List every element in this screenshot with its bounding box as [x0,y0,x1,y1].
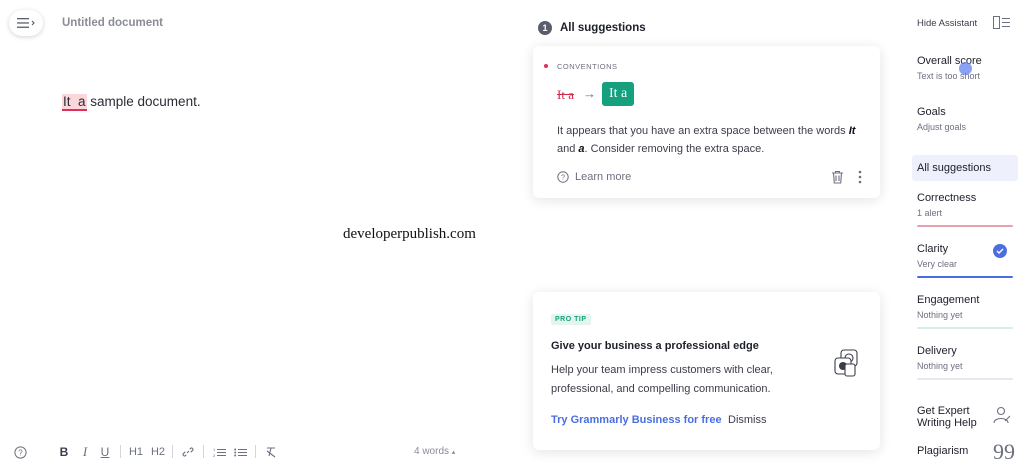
caret-up-icon: ▴ [451,449,456,456]
suggestion-count-badge: 1 [538,21,552,35]
suggestion-card[interactable]: CONVENTIONS It a → It a It appears that … [533,46,880,198]
expert-person-icon [992,405,1012,430]
menu-button[interactable] [9,10,43,36]
watermark-text: developerpublish.com [343,226,476,242]
svg-text:?: ? [18,448,23,457]
sidebar-item-correctness[interactable]: Correctness 1 alert [912,192,1018,227]
heading2-button[interactable]: H2 [150,444,166,460]
engagement-bar [917,327,1013,329]
bold-button[interactable]: B [57,444,71,460]
learn-more-link[interactable]: ? Learn more [557,171,631,183]
help-circle-icon: ? [13,445,27,459]
toolbar-divider [255,445,256,458]
toolbar-divider [172,445,173,458]
bullet-list-icon [233,448,247,456]
delivery-bar [917,378,1013,380]
suggestions-title: All suggestions [560,22,646,34]
panel-toggle-icon[interactable] [993,16,1010,34]
category-dot-icon [544,64,548,68]
link-icon [182,447,194,457]
arrow-right-icon: → [583,86,596,101]
suggestion-explanation: It appears that you have an extra space … [557,125,856,155]
business-cards-icon [831,348,861,385]
suggestion-category: CONVENTIONS [557,62,618,71]
try-business-link[interactable]: Try Grammarly Business for free [551,414,722,426]
more-options-icon[interactable] [858,170,862,186]
dismiss-button[interactable]: Dismiss [728,414,767,426]
svg-text:1: 1 [213,447,216,452]
italic-button[interactable]: I [78,444,92,460]
numbered-list-icon: 12 [213,447,226,458]
document-title[interactable]: Untitled document [62,17,163,29]
question-circle-icon: ? [557,171,569,183]
suggestions-header: 1 All suggestions [538,21,646,35]
hamburger-icon [17,18,35,28]
original-text: It a [557,87,574,102]
sidebar-item-all-suggestions[interactable]: All suggestions [912,155,1018,181]
pro-tip-badge: PRO TIP [551,314,591,325]
hide-assistant-button[interactable]: Hide Assistant [917,18,977,29]
quote-icon: 99 [993,439,1015,464]
underline-button[interactable]: U [98,444,112,460]
goals-item[interactable]: Goals Adjust goals [912,106,1018,132]
clarity-bar [917,276,1013,278]
heading1-button[interactable]: H1 [128,444,144,460]
svg-text:2: 2 [213,453,216,458]
pro-tip-heading: Give your business a professional edge [551,340,759,352]
clear-format-button[interactable] [263,444,279,460]
numbered-list-button[interactable]: 12 [211,444,227,460]
body-text: sample document. [86,94,201,109]
sidebar-item-engagement[interactable]: Engagement Nothing yet [912,294,1018,329]
bullet-list-button[interactable] [232,444,248,460]
help-button[interactable]: ? [12,444,28,460]
svg-text:?: ? [561,173,565,182]
sidebar-item-delivery[interactable]: Delivery Nothing yet [912,345,1018,380]
flagged-text[interactable]: It a [62,94,87,111]
correctness-bar [917,225,1013,227]
toolbar-divider [203,445,204,458]
link-button[interactable] [180,444,196,460]
word-count[interactable]: 4 words ▴ [414,446,455,457]
clear-format-icon [266,447,276,458]
toolbar-divider [120,445,121,458]
pro-tip-body: Help your team impress customers with cl… [551,364,773,395]
check-circle-icon [993,244,1007,258]
accept-suggestion-button[interactable]: It a [602,82,635,106]
trash-icon[interactable] [831,170,844,189]
score-indicator-dot [959,62,972,75]
document-body[interactable]: It a sample document. [62,94,201,111]
pro-tip-card: PRO TIP Give your business a professiona… [533,292,880,450]
